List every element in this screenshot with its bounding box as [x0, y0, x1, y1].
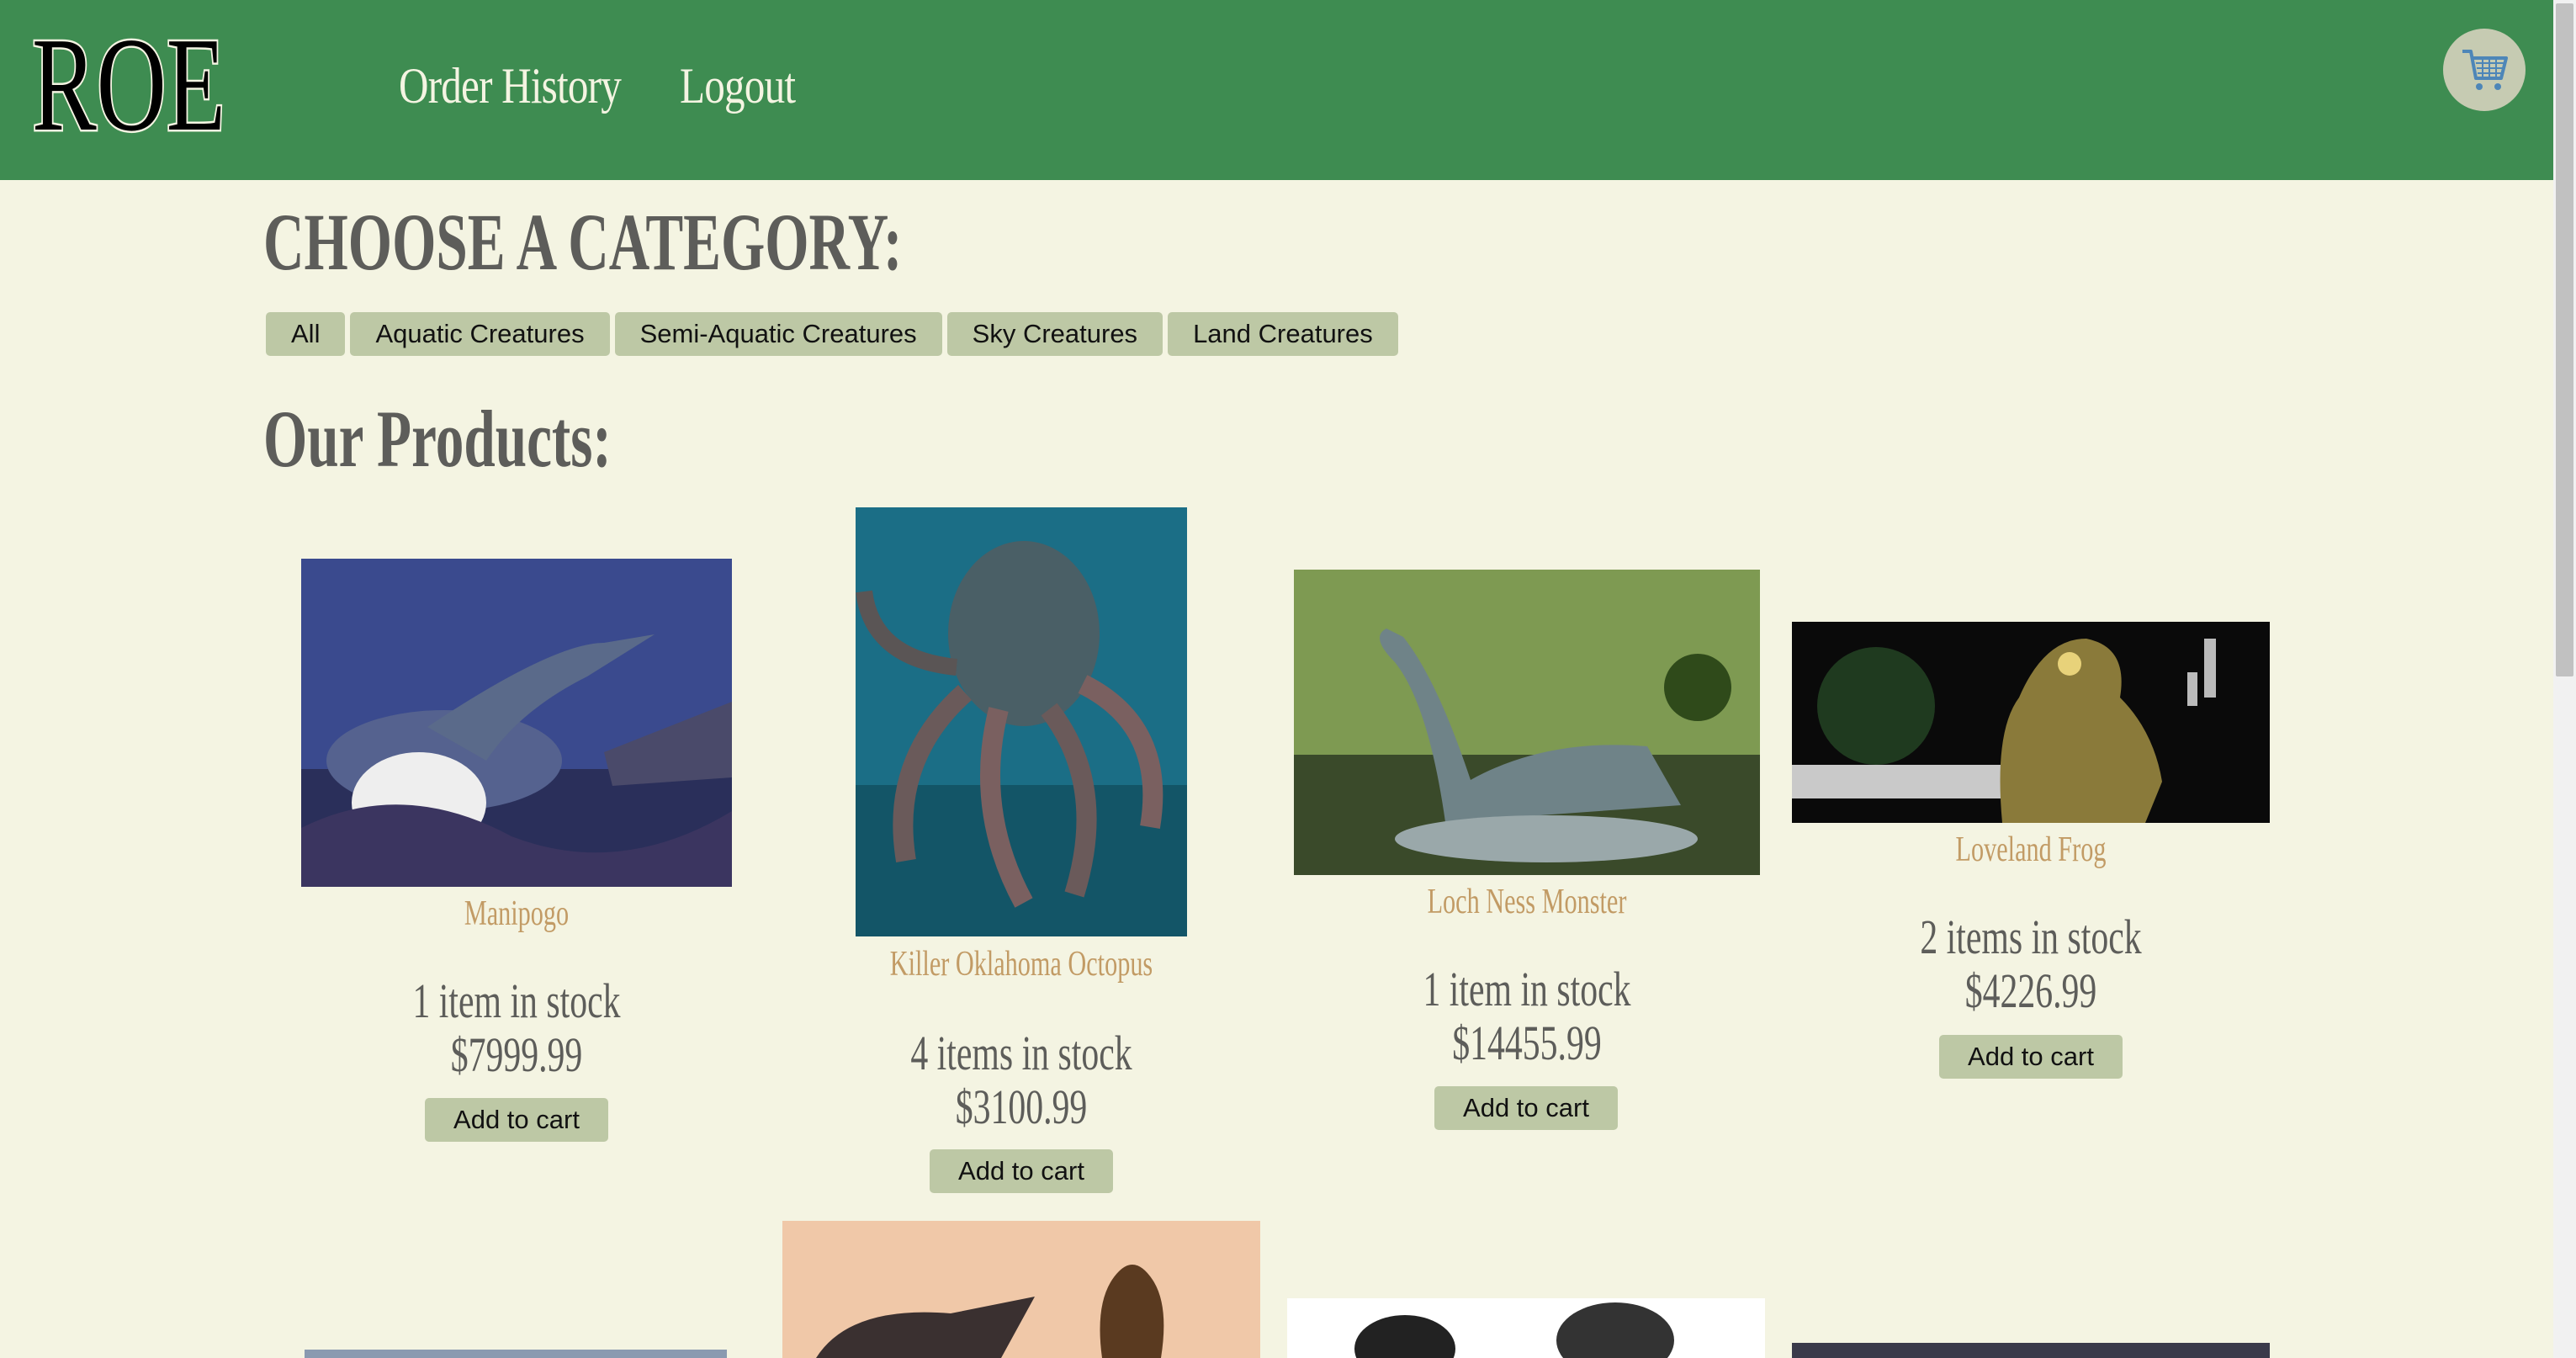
page-scrollbar[interactable]	[2553, 0, 2576, 1358]
category-land-button[interactable]: Land Creatures	[1168, 312, 1398, 356]
nav-logout[interactable]: Logout	[680, 57, 796, 115]
product-stock: 4 items in stock	[910, 1026, 1132, 1080]
product-stock: 1 item in stock	[412, 973, 621, 1028]
add-to-cart-button[interactable]: Add to cart	[930, 1149, 1113, 1193]
category-filter-bar: All Aquatic Creatures Semi-Aquatic Creat…	[266, 312, 1398, 356]
product-image-loch-ness-monster[interactable]	[1294, 570, 1760, 875]
scrollbar-thumb[interactable]	[2556, 3, 2573, 676]
category-semi-aquatic-button[interactable]: Semi-Aquatic Creatures	[614, 312, 942, 356]
product-image-loveland-frog[interactable]	[1792, 622, 2270, 823]
category-sky-button[interactable]: Sky Creatures	[946, 312, 1163, 356]
product-image-killer-oklahoma-octopus[interactable]	[856, 507, 1187, 936]
top-header: ROE Order History Logout	[0, 0, 2553, 180]
roe-logo-icon: ROE	[30, 8, 228, 162]
product-price: $7999.99	[450, 1027, 583, 1082]
product-image-partial[interactable]	[1792, 1343, 2270, 1358]
product-image-partial[interactable]	[1287, 1298, 1765, 1358]
category-heading: CHOOSE A CATEGORY:	[263, 197, 903, 287]
product-name[interactable]: Manipogo	[362, 894, 672, 934]
product-image-manipogo[interactable]	[301, 559, 732, 887]
add-to-cart-button[interactable]: Add to cart	[1434, 1086, 1618, 1130]
site-logo[interactable]: ROE	[30, 8, 231, 162]
product-name[interactable]: Loch Ness Monster	[1360, 882, 1695, 922]
svg-text:ROE: ROE	[32, 12, 225, 155]
nav-order-history[interactable]: Order History	[399, 57, 622, 115]
product-name[interactable]: Killer Oklahoma Octopus	[870, 944, 1173, 984]
category-all-button[interactable]: All	[266, 312, 346, 356]
product-price: $4226.99	[1964, 963, 2097, 1018]
category-aquatic-button[interactable]: Aquatic Creatures	[350, 312, 610, 356]
products-heading: Our Products:	[263, 394, 612, 484]
product-stock: 1 item in stock	[1423, 962, 1631, 1016]
add-to-cart-button[interactable]: Add to cart	[1939, 1035, 2123, 1079]
product-price: $14455.99	[1452, 1016, 1602, 1070]
shopping-cart-icon	[2462, 50, 2508, 90]
add-to-cart-button[interactable]: Add to cart	[425, 1098, 608, 1142]
product-stock: 2 items in stock	[1920, 910, 2142, 964]
product-price: $3100.99	[955, 1080, 1088, 1134]
product-name[interactable]: Loveland Frog	[1859, 830, 2203, 870]
cart-button[interactable]	[2443, 29, 2526, 111]
product-image-partial[interactable]	[782, 1221, 1260, 1358]
product-image-partial[interactable]	[305, 1350, 727, 1358]
